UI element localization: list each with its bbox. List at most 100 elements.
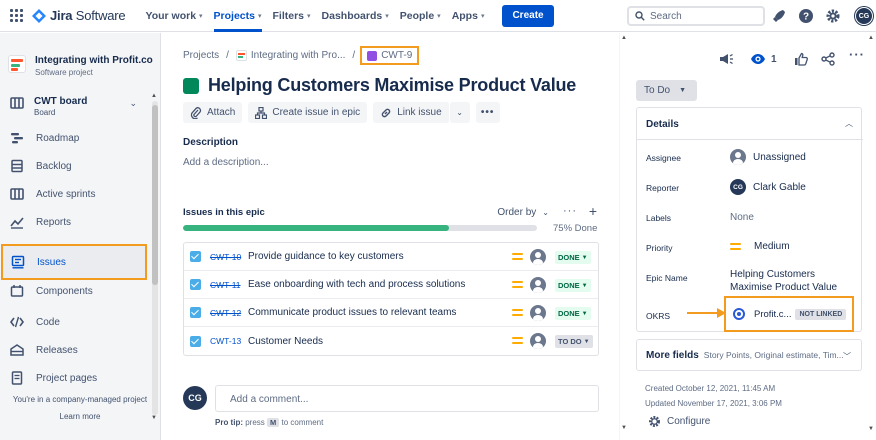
configure-button[interactable]: Configure xyxy=(648,415,710,428)
issue-title[interactable]: Helping Customers Maximise Product Value xyxy=(208,75,576,96)
like-thumbs-up-icon[interactable] xyxy=(794,51,808,67)
issue-key-link[interactable]: CWT-10 xyxy=(210,252,244,262)
priority-field[interactable]: Medium xyxy=(730,241,790,252)
board-icon xyxy=(10,97,24,109)
board-switcher[interactable]: CWT board Board ⌄ xyxy=(10,96,145,118)
issue-key-link[interactable]: CWT-13 xyxy=(210,336,244,346)
project-name: Integrating with Profit.co xyxy=(35,55,153,66)
okrs-field-highlight[interactable]: Profit.c... NOT LINKED xyxy=(724,296,854,332)
status-lozenge[interactable]: DONE ▼ xyxy=(555,307,591,320)
priority-medium-icon xyxy=(512,281,523,289)
order-by-dropdown[interactable]: Order by ⌄ xyxy=(497,207,549,218)
settings-gear-icon[interactable] xyxy=(825,8,841,24)
code-icon xyxy=(10,316,24,328)
issues-more-icon[interactable]: ··· xyxy=(563,205,577,217)
create-issue-in-epic-button[interactable]: Create issue in epic xyxy=(248,102,368,123)
table-row[interactable]: CWT-10 Provide guidance to key customers D… xyxy=(184,243,598,271)
chevron-down-icon: ▼ xyxy=(581,254,588,261)
issue-summary[interactable]: Provide guidance to key customers xyxy=(248,251,404,262)
unassigned-avatar-icon[interactable] xyxy=(530,277,546,293)
labels-field[interactable]: None xyxy=(730,212,754,223)
hierarchy-icon xyxy=(255,106,268,119)
priority-medium-icon xyxy=(512,337,523,345)
more-fields-section[interactable]: More fields Story Points, Original estim… xyxy=(636,339,862,371)
create-button[interactable]: Create xyxy=(502,4,554,27)
details-header[interactable]: Details ︿ xyxy=(637,108,863,140)
nav-dashboards[interactable]: Dashboards ▾ xyxy=(322,0,389,32)
scroll-up-arrow-icon[interactable]: ▲ xyxy=(151,93,157,99)
app-switcher-icon[interactable] xyxy=(10,8,24,23)
active-sprints-icon xyxy=(10,188,24,200)
table-row[interactable]: CWT-11 Ease onboarding with tech and proc… xyxy=(184,271,598,299)
epic-name-field[interactable]: Helping Customers Maximise Product Value xyxy=(730,268,840,294)
issue-key-link[interactable]: CWT-11 xyxy=(210,280,244,290)
scroll-thumb[interactable] xyxy=(152,105,158,285)
reporter-field[interactable]: CG Clark Gable xyxy=(730,179,806,195)
more-actions-button[interactable]: ••• xyxy=(475,102,500,123)
unassigned-avatar-icon[interactable] xyxy=(530,333,546,349)
okrs-value: Profit.c... xyxy=(754,308,792,320)
sidebar-item-issues[interactable]: Issues xyxy=(1,244,147,280)
table-row[interactable]: CWT-13 Customer Needs TO DO ▼ xyxy=(184,327,598,355)
description-field[interactable]: Add a description... xyxy=(183,157,269,168)
more-options-icon[interactable]: ··· xyxy=(849,47,865,63)
status-lozenge[interactable]: DONE ▼ xyxy=(555,251,591,264)
comment-input[interactable]: Add a comment... xyxy=(215,385,599,412)
watch-button[interactable]: 1 xyxy=(750,51,777,67)
attach-button[interactable]: Attach xyxy=(183,102,243,123)
sidebar-item-code[interactable]: Code xyxy=(0,308,150,336)
nav-projects[interactable]: Projects ▾ xyxy=(213,0,262,32)
sidebar-item-project-pages[interactable]: Project pages xyxy=(0,364,150,392)
learn-more-link[interactable]: Learn more xyxy=(0,412,160,421)
breadcrumb-issue-key[interactable]: CWT-9 xyxy=(360,46,420,65)
nav-your-work[interactable]: Your work ▾ xyxy=(145,0,202,32)
sidebar-item-reports[interactable]: Reports xyxy=(0,208,150,236)
epic-color-icon xyxy=(183,77,199,94)
backlog-icon xyxy=(11,159,23,173)
scroll-up-arrow-icon[interactable]: ▲ xyxy=(868,35,874,41)
unassigned-avatar-icon[interactable] xyxy=(530,249,546,265)
sidebar-scrollbar[interactable]: ▲ ▼ xyxy=(150,93,159,423)
nav-filters[interactable]: Filters ▾ xyxy=(273,0,311,32)
project-header[interactable]: Integrating with Profit.co Software proj… xyxy=(8,55,153,79)
breadcrumb-projects[interactable]: Projects xyxy=(183,50,219,61)
scroll-down-arrow-icon[interactable]: ▼ xyxy=(621,425,627,431)
scroll-up-arrow-icon[interactable]: ▲ xyxy=(621,35,627,41)
breadcrumb-project[interactable]: Integrating with Pro... xyxy=(251,50,346,61)
sidebar-item-releases[interactable]: Releases xyxy=(0,336,150,364)
status-transition-button[interactable]: To Do ▼ xyxy=(636,80,697,101)
help-icon[interactable]: ? xyxy=(798,8,814,24)
sidebar-item-backlog[interactable]: Backlog xyxy=(0,152,150,180)
issue-key-link[interactable]: CWT-12 xyxy=(210,308,244,318)
main-scrollbar[interactable]: ▲ ▼ xyxy=(619,33,630,440)
issue-summary[interactable]: Communicate product issues to relevant t… xyxy=(248,307,456,318)
details-scrollbar[interactable]: ▲ ▼ xyxy=(867,33,876,440)
jira-logo[interactable]: Jira Software xyxy=(32,8,126,23)
more-fields-summary: Story Points, Original estimate, Tim... xyxy=(703,350,844,360)
issue-summary[interactable]: Ease onboarding with tech and process so… xyxy=(248,279,465,290)
user-avatar[interactable]: CG xyxy=(855,7,873,25)
scroll-down-arrow-icon[interactable]: ▼ xyxy=(868,426,874,432)
unassigned-avatar-icon[interactable] xyxy=(530,305,546,321)
gear-icon xyxy=(649,416,660,427)
link-issue-dropdown[interactable]: ⌄ xyxy=(449,102,470,123)
link-issue-button[interactable]: Link issue xyxy=(373,102,450,123)
sidebar-item-roadmap[interactable]: Roadmap xyxy=(0,124,150,152)
search-input[interactable]: Search xyxy=(627,6,765,26)
feedback-megaphone-icon[interactable] xyxy=(718,51,734,67)
chevron-down-icon: ⌄ xyxy=(129,98,137,108)
add-child-issue-icon[interactable]: + xyxy=(589,203,597,219)
sidebar-item-active-sprints[interactable]: Active sprints xyxy=(0,180,150,208)
table-row[interactable]: CWT-12 Communicate product issues to rele… xyxy=(184,299,598,327)
notifications-rocket-icon[interactable] xyxy=(771,8,787,24)
keyboard-shortcut-key: M xyxy=(267,418,280,427)
sidebar-item-components[interactable]: Components xyxy=(0,277,150,305)
share-icon[interactable] xyxy=(821,51,835,67)
nav-apps[interactable]: Apps ▾ xyxy=(452,0,485,32)
issue-summary[interactable]: Customer Needs xyxy=(248,336,323,347)
reporter-avatar: CG xyxy=(730,179,746,195)
assignee-field[interactable]: Unassigned xyxy=(730,149,806,165)
status-lozenge[interactable]: DONE ▼ xyxy=(555,279,591,292)
status-lozenge[interactable]: TO DO ▼ xyxy=(555,335,593,348)
nav-people[interactable]: People ▾ xyxy=(400,0,441,32)
